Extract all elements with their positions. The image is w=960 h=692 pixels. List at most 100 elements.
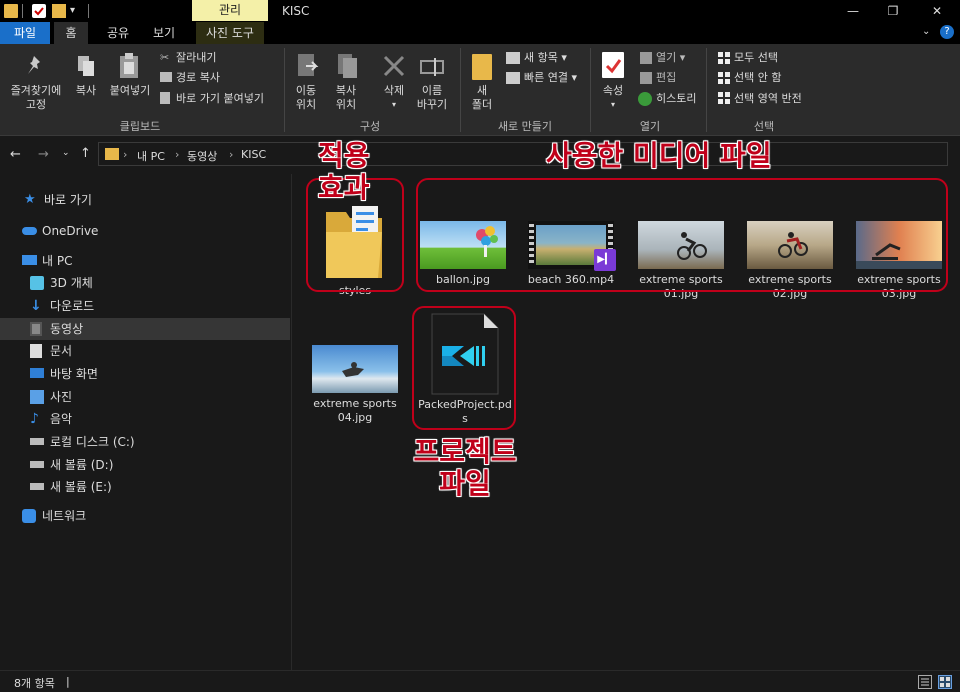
annotation-text-project: 프로젝트 파일 xyxy=(413,435,517,500)
cloud-icon xyxy=(22,227,37,235)
folder-icon xyxy=(105,148,119,160)
new-folder-icon xyxy=(472,54,492,80)
breadcrumb-separator: › xyxy=(229,148,234,161)
group-label-select: 선택 xyxy=(753,120,775,133)
status-separator: | xyxy=(66,675,70,688)
cube-icon xyxy=(30,276,44,290)
annotation-box-project xyxy=(412,306,516,430)
computer-icon xyxy=(22,255,37,265)
recent-locations-icon[interactable]: ⌄ xyxy=(62,148,70,158)
image-thumbnail xyxy=(312,345,398,393)
new-folder-button[interactable]: 새 폴더 xyxy=(466,84,498,112)
drive-icon xyxy=(30,483,44,490)
copy-icon xyxy=(76,54,96,78)
open-button[interactable]: 열기 ▾ xyxy=(656,51,685,65)
easy-access-icon xyxy=(506,72,520,84)
document-icon xyxy=(30,344,42,358)
item-count: 8개 항목 xyxy=(14,677,55,690)
file-list: styles ballon.jpg ▶▎ beach 360.mp4 extre… xyxy=(292,140,960,670)
breadcrumb-separator: › xyxy=(123,148,128,161)
properties-icon xyxy=(602,52,624,78)
file-name: extreme sports 04.jpg xyxy=(313,397,397,424)
separator xyxy=(88,4,89,18)
properties-button[interactable]: 속성 ▾ xyxy=(596,84,630,112)
breadcrumb-kisc[interactable]: KISC xyxy=(241,148,266,161)
window-title: KISC xyxy=(282,4,310,18)
navigation-pane: ★ 바로 가기 OneDrive 내 PC 3D 개체 ↓ 다운로드 동영상 문… xyxy=(0,174,292,670)
group-separator xyxy=(706,48,707,132)
properties-icon[interactable] xyxy=(32,4,46,18)
paste-button[interactable]: 붙여넣기 xyxy=(104,84,156,98)
large-icons-view-icon[interactable] xyxy=(938,675,952,689)
copy-path-icon xyxy=(160,72,172,82)
group-label-organize: 구성 xyxy=(359,120,381,133)
copy-to-icon xyxy=(336,52,360,80)
cut-button[interactable]: 잘라내기 xyxy=(176,51,216,65)
annotation-text-effects: 적용 효과 xyxy=(318,139,370,204)
tab-file[interactable]: 파일 xyxy=(0,22,50,44)
tab-picture-tools[interactable]: 사진 도구 xyxy=(196,22,264,44)
new-item-icon xyxy=(506,52,520,64)
picture-icon xyxy=(30,390,44,404)
help-icon[interactable]: ? xyxy=(940,25,954,39)
edit-button[interactable]: 편집 xyxy=(656,71,676,85)
invert-selection-icon xyxy=(718,92,730,104)
group-label-clipboard: 클립보드 xyxy=(119,120,161,133)
address-bar-row: ← → ⌄ ↑ › 내 PC › 동영상 › KISC xyxy=(0,136,960,174)
paste-shortcut-button[interactable]: 바로 가기 붙여넣기 xyxy=(176,92,264,106)
download-icon: ↓ xyxy=(30,298,42,314)
annotation-box-media xyxy=(416,178,948,292)
history-icon xyxy=(638,92,652,106)
delete-button[interactable]: 삭제 ▾ xyxy=(374,84,414,112)
copy-to-button[interactable]: 복사 위치 xyxy=(326,84,366,112)
details-view-icon[interactable] xyxy=(918,675,932,689)
title-bar: ▾ 관리 KISC — ❐ ✕ xyxy=(0,0,960,22)
breadcrumb-this-pc[interactable]: 내 PC xyxy=(137,148,165,164)
separator xyxy=(22,4,23,18)
folder-icon xyxy=(4,4,18,18)
annotation-text-media: 사용한 미디어 파일 xyxy=(546,139,772,172)
file-item-extreme-sports-04[interactable]: extreme sports 04.jpg xyxy=(312,345,398,425)
breadcrumb-videos[interactable]: 동영상 xyxy=(187,148,217,164)
history-button[interactable]: 히스토리 xyxy=(656,92,696,106)
manage-context-tab[interactable]: 관리 xyxy=(192,0,268,21)
new-folder-icon[interactable] xyxy=(52,4,66,18)
rename-icon xyxy=(420,56,444,78)
paste-shortcut-icon xyxy=(160,92,170,104)
forward-arrow-icon[interactable]: → xyxy=(38,147,49,162)
select-none-button[interactable]: 선택 안 함 xyxy=(734,71,781,85)
tab-share[interactable]: 공유 xyxy=(98,22,138,44)
customize-toolbar-icon[interactable]: ▾ xyxy=(70,4,84,18)
tab-view[interactable]: 보기 xyxy=(144,22,184,44)
pin-icon xyxy=(24,54,44,78)
rename-button[interactable]: 이름 바꾸기 xyxy=(412,84,452,112)
status-bar: 8개 항목 | xyxy=(0,670,960,692)
ribbon: 즐겨찾기에 고정 복사 붙여넣기 ✂ 잘라내기 경로 복사 바로 가기 붙여넣기… xyxy=(0,44,960,136)
open-icon xyxy=(640,52,652,64)
new-item-button[interactable]: 새 항목 ▾ xyxy=(524,51,567,65)
video-icon xyxy=(30,322,42,336)
group-label-open: 열기 xyxy=(639,120,661,133)
tab-home[interactable]: 홈 xyxy=(54,22,88,44)
back-arrow-icon[interactable]: ← xyxy=(10,147,21,162)
invert-selection-button[interactable]: 선택 영역 반전 xyxy=(734,92,802,106)
close-button[interactable]: ✕ xyxy=(914,0,960,22)
drive-icon xyxy=(30,461,44,468)
select-all-button[interactable]: 모두 선택 xyxy=(734,51,778,65)
pin-to-quick-access-button[interactable]: 즐겨찾기에 고정 xyxy=(4,84,68,112)
address-box[interactable]: › 내 PC › 동영상 › KISC xyxy=(98,142,948,166)
paste-icon xyxy=(118,52,140,80)
easy-access-button[interactable]: 빠른 연결 ▾ xyxy=(524,71,577,85)
copy-path-button[interactable]: 경로 복사 xyxy=(176,71,220,85)
copy-button[interactable]: 복사 xyxy=(68,84,104,98)
move-to-button[interactable]: 이동 위치 xyxy=(288,84,324,112)
breadcrumb-separator: › xyxy=(175,148,180,161)
select-all-icon xyxy=(718,52,730,64)
collapse-ribbon-icon[interactable]: ⌄ xyxy=(922,26,930,37)
select-none-icon xyxy=(718,72,730,84)
up-arrow-icon[interactable]: ↑ xyxy=(80,146,91,161)
group-separator xyxy=(460,48,461,132)
maximize-button[interactable]: ❐ xyxy=(870,0,916,22)
move-to-icon xyxy=(296,52,320,80)
network-icon xyxy=(22,509,36,523)
